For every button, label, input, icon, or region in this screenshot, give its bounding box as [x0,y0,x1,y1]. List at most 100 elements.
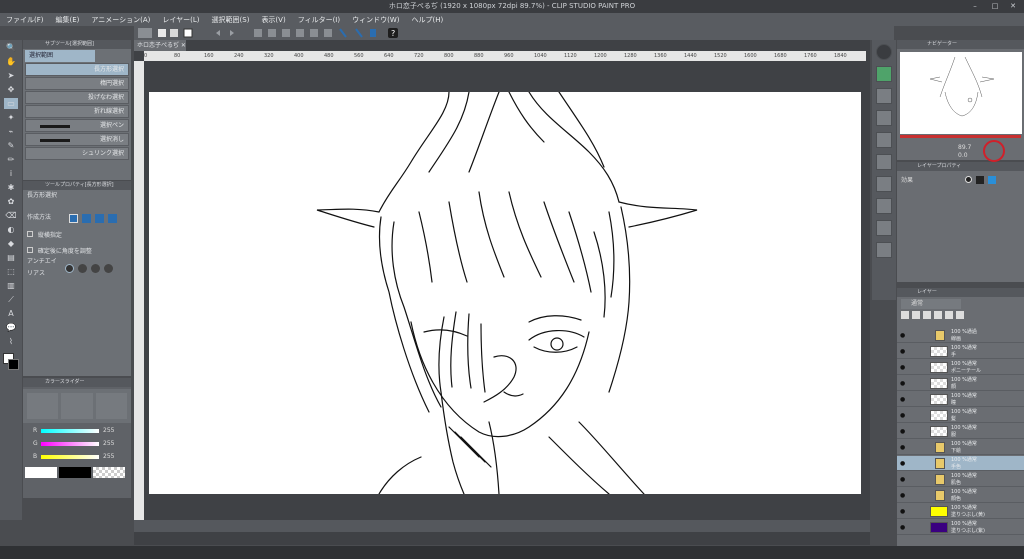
pen-icon[interactable] [339,28,347,38]
eye-icon[interactable]: ● [900,412,906,419]
move-tool-icon[interactable]: ✥ [4,84,18,95]
white-swatch[interactable] [25,467,57,478]
canvas-paper[interactable] [149,91,861,495]
eye-icon[interactable]: ● [900,460,906,467]
eye-icon[interactable]: ● [900,428,906,435]
auto-select-tool-icon[interactable]: ✦ [4,112,18,123]
sub-color-swatch[interactable] [8,359,19,370]
new-vector-layer-icon[interactable] [912,311,920,319]
menu-animation[interactable]: アニメーション(A) [85,15,156,25]
material-icon[interactable] [876,132,892,148]
layer-row[interactable]: ● 100 %通常 髪 [897,408,1024,423]
antialias-low-icon[interactable] [78,263,87,273]
eye-icon[interactable]: ● [900,396,906,403]
material-library-icon[interactable] [876,88,892,104]
eraser-tool-icon[interactable]: ⌫ [4,210,18,221]
layer-row[interactable]: ● 100 %通常 瞳 [897,392,1024,407]
fill-icon[interactable] [282,29,290,37]
layer-row[interactable]: ● 100 %通常 塗りつぶし(黄) [897,504,1024,519]
layer-property-tab[interactable]: レイヤープロパティ [897,162,1024,171]
menu-view[interactable]: 表示(V) [255,15,291,25]
aspect-checkbox[interactable] [27,231,33,237]
subtool-item[interactable]: 選択ペン [25,119,129,132]
new-layer-icon[interactable] [901,311,909,319]
menu-help[interactable]: ヘルプ(H) [405,15,449,25]
layer-folder-row[interactable]: ● 100 %通過 線画 [897,328,1024,343]
g-value[interactable]: 255 [103,440,114,447]
antialias-none-icon[interactable] [65,263,74,273]
figure-tool-icon[interactable]: ⬚ [4,266,18,277]
maximize-button[interactable]: □ [986,0,1004,13]
document-tab[interactable]: ホロ恋子ぺるぢ ✕ [134,40,186,51]
layer-row[interactable]: ● 100 %通常 ポニーテール [897,360,1024,375]
eye-icon[interactable]: ● [900,524,906,531]
intersect-selection-icon[interactable] [108,213,117,223]
material-icon[interactable] [876,176,892,192]
eye-icon[interactable]: ● [900,348,906,355]
selection-tool-icon[interactable]: ▭ [4,98,18,109]
subtool-item[interactable]: シュリンク選択 [25,147,129,160]
black-swatch[interactable] [59,467,91,478]
blend-mode-select[interactable]: 通常 [901,299,961,309]
clip-studio-icon[interactable] [138,28,152,38]
transform-icon[interactable] [268,29,276,37]
delete-layer-icon[interactable] [956,311,964,319]
decoration-tool-icon[interactable]: ✿ [4,196,18,207]
navigator-zoom[interactable]: 89.7 [958,144,971,151]
correct-line-tool-icon[interactable]: ⌇ [4,336,18,347]
material-icon[interactable] [876,110,892,126]
subtool-item[interactable]: 楕円選択 [25,77,129,90]
r-value[interactable]: 255 [103,427,114,434]
merge-layer-icon[interactable] [945,311,953,319]
minimize-button[interactable]: – [966,0,984,13]
subtool-tab[interactable]: サブツール[選択範囲] [23,40,131,49]
color-square-icon[interactable] [183,28,193,38]
eye-icon[interactable]: ● [900,332,906,339]
tool-property-tab[interactable]: ツールプロパティ[長方形選択] [23,181,131,190]
gradient-tool-icon[interactable]: ▤ [4,252,18,263]
ruler-tool-icon[interactable]: ⟋ [4,294,18,305]
operation-tool-icon[interactable]: ➤ [4,70,18,81]
eye-icon[interactable]: ● [900,380,906,387]
eye-icon[interactable]: ● [900,444,906,451]
layer-folder-row[interactable]: ● 100 %通常 顔色 [897,488,1024,503]
close-button[interactable]: ✕ [1004,0,1022,13]
navigator-angle[interactable]: 0.0 [958,152,968,159]
g-slider[interactable] [41,442,99,446]
material-icon[interactable] [876,198,892,214]
material-icon[interactable] [876,242,892,258]
transparent-swatch[interactable] [93,467,125,478]
balloon-tool-icon[interactable]: 💬 [4,322,18,333]
material-icon[interactable] [876,66,892,82]
layer-row[interactable]: ● 100 %通常 手 [897,344,1024,359]
undo-icon[interactable] [216,30,220,36]
eyedropper-tool-icon[interactable]: ⌁ [4,126,18,137]
eye-icon[interactable]: ● [900,492,906,499]
adjust-angle-checkbox[interactable] [27,247,33,253]
layer-row[interactable]: ● 100 %通常 顔 [897,376,1024,391]
color-history-cell[interactable] [95,393,127,419]
invert-icon[interactable] [310,29,318,37]
antialias-high-icon[interactable] [104,263,113,273]
menu-edit[interactable]: 編集(E) [50,15,86,25]
layer-folder-row[interactable]: ● 100 %通常 手色 [897,456,1024,471]
eye-icon[interactable]: ● [900,508,906,515]
zoom-tool-icon[interactable]: 🔍 [4,42,18,53]
r-slider[interactable] [41,429,99,433]
text-tool-icon[interactable]: A [4,308,18,319]
hand-tool-icon[interactable]: ✋ [4,56,18,67]
pen-tool-icon[interactable]: ✎ [4,140,18,151]
airbrush-tool-icon[interactable]: ✱ [4,182,18,193]
b-slider[interactable] [41,455,99,459]
color-slider-tab[interactable]: カラースライダー [23,378,131,387]
subtool-group-label[interactable]: 選択範囲 [25,50,95,62]
layer-folder-row[interactable]: ● 100 %通常 下絵 [897,440,1024,455]
add-selection-icon[interactable] [82,213,91,223]
layer-tab[interactable]: レイヤー [897,288,1024,297]
layer-row[interactable]: ● 100 %通常 服 [897,424,1024,439]
menu-window[interactable]: ウィンドウ(W) [346,15,405,25]
menu-filter[interactable]: フィルター(I) [292,15,346,25]
subtract-selection-icon[interactable] [95,213,104,223]
brush-tool-icon[interactable]: ⅰ [4,168,18,179]
new-selection-icon[interactable] [69,213,78,223]
